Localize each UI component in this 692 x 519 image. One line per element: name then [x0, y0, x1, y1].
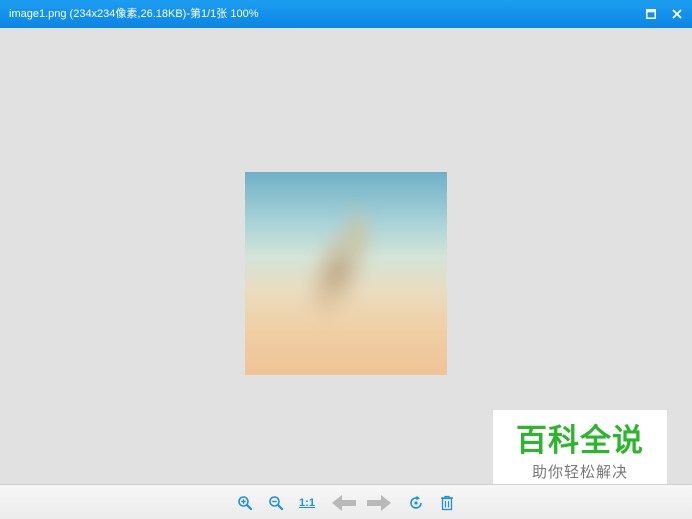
close-button[interactable]	[667, 4, 687, 24]
maximize-button[interactable]	[641, 4, 661, 24]
maximize-icon	[646, 9, 656, 19]
watermark-sub-text: 助你轻松解决	[531, 464, 628, 481]
image-blur-highlight	[340, 202, 375, 262]
bottom-toolbar: 1:1	[0, 484, 692, 519]
delete-button[interactable]	[438, 493, 456, 513]
zoom-in-icon	[238, 496, 253, 511]
watermark-main-text: 百科全说	[516, 423, 644, 458]
zoom-out-button[interactable]	[267, 493, 285, 513]
zoom-out-icon	[269, 496, 284, 511]
rotate-icon	[410, 495, 422, 509]
close-icon	[672, 9, 682, 19]
watermark-logo: 百科全说 助你轻松解决	[493, 410, 667, 494]
arrow-right-icon	[367, 495, 391, 511]
next-image-button[interactable]	[366, 493, 392, 513]
zoom-in-button[interactable]	[236, 493, 254, 513]
rotate-button[interactable]	[407, 493, 425, 513]
displayed-image	[245, 172, 447, 375]
window-title: image1.png (234x234像素,26.18KB)-第1/1张 100…	[9, 8, 259, 20]
trash-icon	[441, 495, 453, 511]
arrow-left-icon	[332, 495, 356, 511]
actual-size-button[interactable]: 1:1	[297, 493, 317, 513]
title-bar: image1.png (234x234像素,26.18KB)-第1/1张 100…	[0, 0, 692, 28]
previous-image-button[interactable]	[331, 493, 357, 513]
